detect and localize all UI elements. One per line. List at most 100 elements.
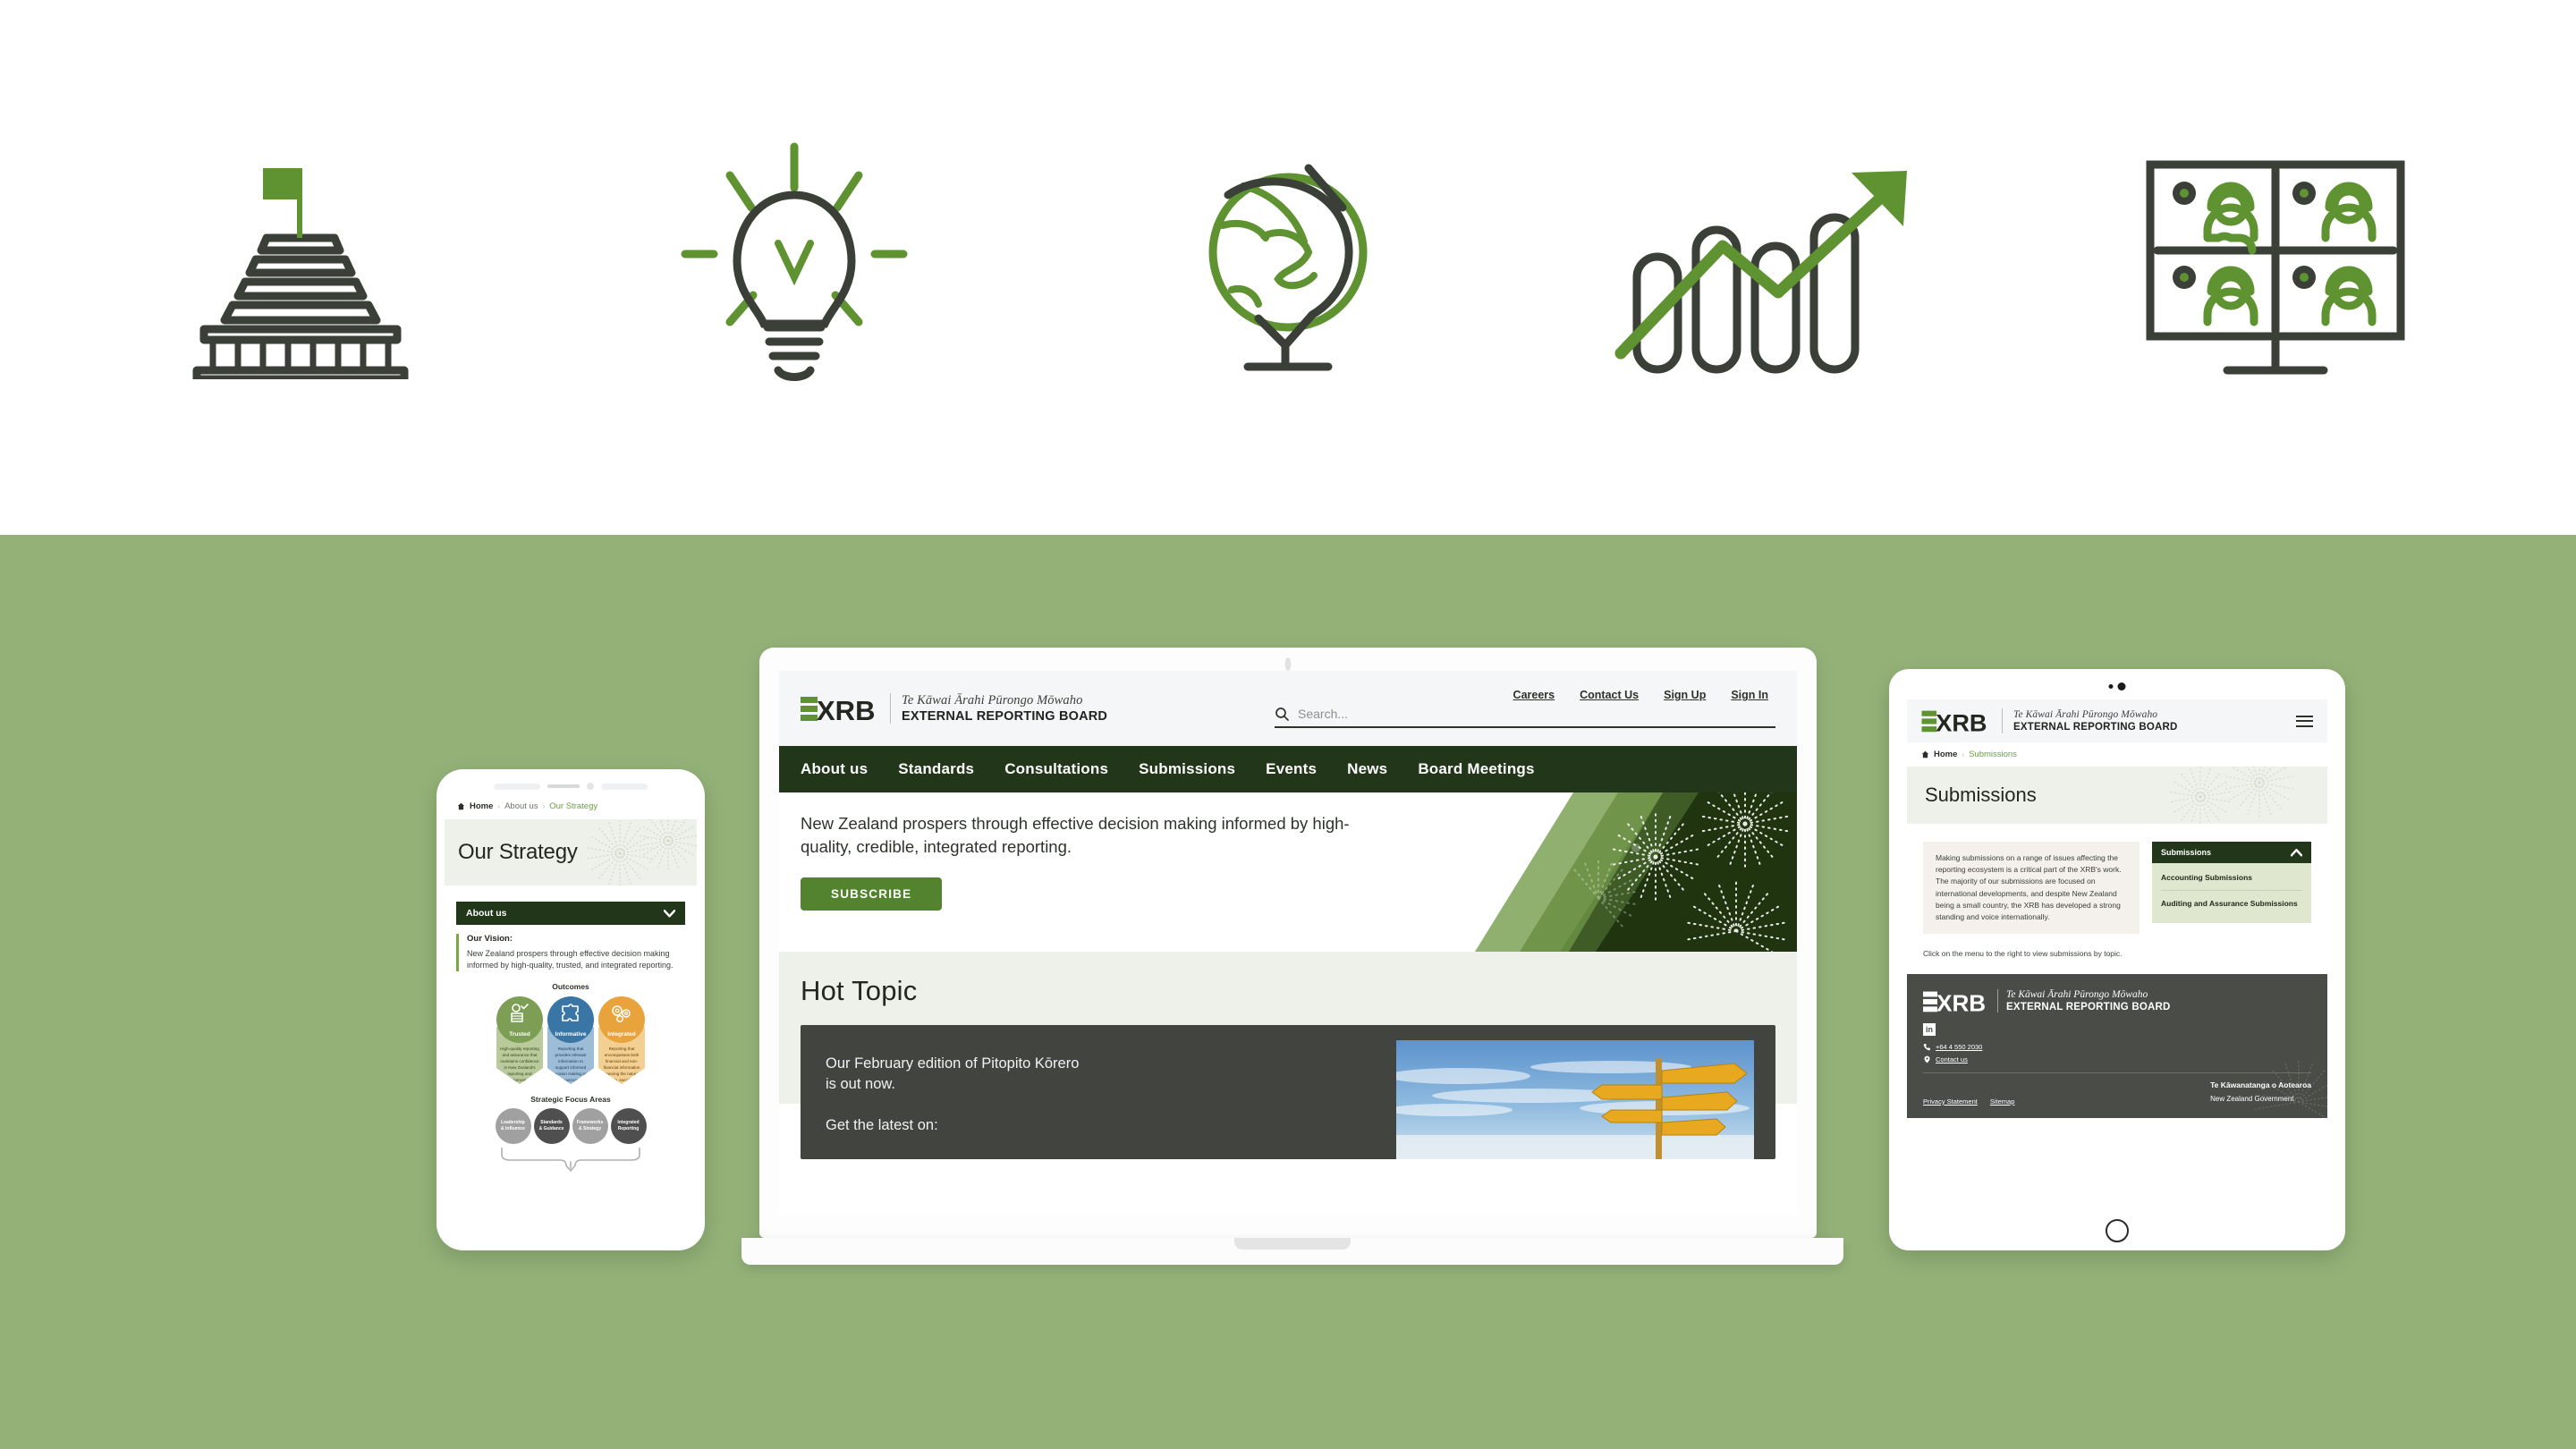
svg-text:XRB: XRB (1936, 989, 1986, 1013)
nav-events[interactable]: Events (1266, 760, 1317, 778)
logo-tagline-maori: Te Kāwai Ārahi Pūrongo Mōwaho (902, 692, 1083, 708)
outcome-informative-text: Reporting that provides relevant informa… (552, 1046, 589, 1089)
hot-topic-text: Our February edition of Pitopito Kōrero … (801, 1025, 1396, 1159)
chevron-up-icon (2291, 848, 2302, 856)
footer-legal-links: Privacy Statement Sitemap (1923, 1097, 2014, 1106)
outcome-informative: Informative Reporting that provides rele… (547, 996, 594, 1085)
side-menu-body: Accounting Submissions Auditing and Assu… (2152, 863, 2311, 923)
chevron-down-icon (664, 909, 675, 917)
focus-integrated-l1: Integrated (617, 1120, 640, 1126)
hero-copy: New Zealand prospers through effective d… (801, 812, 1373, 911)
nav-consultations[interactable]: Consultations (1004, 760, 1108, 778)
link-sign-in[interactable]: Sign In (1731, 689, 1768, 701)
outcome-integrated-circle: Integrated (598, 996, 645, 1044)
outcome-trusted-title: Trusted (509, 1031, 530, 1038)
link-sign-up[interactable]: Sign Up (1664, 689, 1706, 701)
side-menu-header[interactable]: Submissions (2152, 842, 2311, 863)
focus-leadership: Leadership & Influence (495, 1108, 531, 1145)
linkedin-icon[interactable]: in (1923, 1022, 1936, 1036)
footer-tagline-english: EXTERNAL REPORTING BOARD (2006, 1002, 2171, 1013)
lightbulb-icon (615, 80, 973, 455)
vision-block: Our Vision: New Zealand prospers through… (456, 934, 685, 972)
outcomes-label: Outcomes (552, 982, 589, 992)
tablet-screen: XRB Te Kāwai Ārahi Pūrongo Mōwaho EXTERN… (1907, 699, 2327, 1213)
main-navigation: About us Standards Consultations Submiss… (779, 746, 1797, 792)
nav-news[interactable]: News (1347, 760, 1387, 778)
hero-dot-pattern (587, 819, 697, 886)
tablet-main-content: Making submissions on a range of issues … (1907, 824, 2327, 935)
map-pin-icon (1924, 1055, 1930, 1063)
search-input[interactable]: Search... (1275, 707, 1775, 728)
focus-frameworks: Frameworks & Strategy (572, 1108, 608, 1145)
outcome-trusted-circle: Trusted (496, 996, 543, 1044)
footer-logo[interactable]: XRB Te Kāwai Ārahi Pūrongo Mōwaho EXTERN… (1923, 988, 2311, 1014)
illustration-band (0, 0, 2576, 535)
tablet-page-title: Submissions (1925, 784, 2037, 806)
hero-banner: New Zealand prospers through effective d… (779, 792, 1797, 952)
tablet-footer: XRB Te Kāwai Ārahi Pūrongo Mōwaho EXTERN… (1907, 973, 2327, 1118)
accordion-about-us[interactable]: About us (456, 902, 685, 925)
tablet-hero-dot-pattern (2167, 767, 2294, 824)
phone-icon (1923, 1043, 1930, 1050)
focus-areas-diagram: Leadership & Influence Standards & Guidanc… (445, 1108, 697, 1145)
svg-text:XRB: XRB (1936, 708, 1987, 733)
menu-item-accounting-submissions[interactable]: Accounting Submissions (2152, 865, 2311, 890)
growth-chart-icon (1603, 80, 1961, 455)
link-careers[interactable]: Careers (1513, 689, 1555, 701)
laptop-base (741, 1238, 1843, 1265)
chevron-right-icon: › (497, 802, 501, 810)
xrb-logo-mark-footer: XRB (1923, 989, 1986, 1013)
submissions-note: Click on the menu to the right to view s… (1923, 949, 2123, 959)
submissions-intro-text: Making submissions on a range of issues … (1936, 853, 2122, 921)
tablet-site-header: XRB Te Kāwai Ārahi Pūrongo Mōwaho EXTERN… (1907, 699, 2327, 742)
focus-frameworks-l1: Frameworks (576, 1120, 604, 1126)
outcome-informative-circle: Informative (547, 996, 594, 1044)
nav-submissions[interactable]: Submissions (1139, 760, 1235, 778)
breadcrumb-home[interactable]: Home (470, 801, 493, 811)
footer-contact-link[interactable]: Contact us (1936, 1055, 1968, 1063)
tablet-breadcrumb-home[interactable]: Home (1934, 750, 1957, 759)
laptop-camera-icon (1284, 657, 1292, 671)
footer-privacy-statement[interactable]: Privacy Statement (1923, 1097, 1978, 1106)
tablet-home-button[interactable] (2106, 1219, 2129, 1242)
xrb-logo[interactable]: XRB Te Kāwai Ārahi Pūrongo Mōwaho EXTERN… (801, 692, 1107, 724)
nav-about-us[interactable]: About us (801, 760, 868, 778)
hero-statement: New Zealand prospers through effective d… (801, 814, 1350, 857)
tablet-camera-icon (2108, 682, 2126, 691)
hot-topic-line-3: Get the latest on: (826, 1116, 938, 1133)
focus-brace-arrow-icon (501, 1148, 640, 1172)
breadcrumb: Home › About us › Our Strategy (445, 795, 697, 819)
home-icon (457, 802, 465, 810)
xrb-logo-tablet[interactable]: XRB Te Kāwai Ārahi Pūrongo Mōwaho EXTERN… (1921, 708, 2178, 734)
focus-standards: Standards & Guidance (533, 1108, 570, 1145)
page-title: Our Strategy (458, 840, 578, 864)
logo-divider-tablet (2002, 708, 2003, 733)
svg-text:XRB: XRB (817, 695, 875, 723)
subscribe-button[interactable]: SUBSCRIBE (801, 877, 943, 911)
chevron-right-icon: › (1962, 750, 1965, 758)
breadcrumb-about-us[interactable]: About us (504, 801, 538, 811)
hot-topic-card[interactable]: Our February edition of Pitopito Kōrero … (801, 1025, 1775, 1159)
outcome-integrated-title: Integrated (607, 1031, 636, 1038)
focus-areas-label: Strategic Focus Areas (530, 1095, 611, 1105)
video-conference-icon (2097, 80, 2454, 455)
tablet-page-hero: Submissions (1907, 767, 2327, 824)
footer-sitemap[interactable]: Sitemap (1990, 1097, 2015, 1106)
link-contact-us[interactable]: Contact Us (1580, 689, 1639, 701)
vision-accent-bar (456, 934, 459, 972)
logo-divider (890, 693, 891, 724)
menu-item-auditing-assurance-submissions[interactable]: Auditing and Assurance Submissions (2152, 891, 2311, 916)
hero-artwork (1368, 792, 1797, 952)
nav-standards[interactable]: Standards (898, 760, 974, 778)
logo-tagline-english: EXTERNAL REPORTING BOARD (902, 709, 1108, 724)
nav-board-meetings[interactable]: Board Meetings (1418, 760, 1534, 778)
chevron-right-icon-2: › (542, 802, 546, 810)
outcome-trusted: Trusted High-quality reporting and assur… (496, 996, 543, 1085)
footer-phone-link[interactable]: +64 4 550 2030 (1936, 1043, 1982, 1051)
tablet-breadcrumb: Home › Submissions (1907, 742, 2327, 767)
phone-status-bar (445, 777, 697, 795)
hamburger-menu-icon[interactable] (2296, 715, 2313, 727)
hot-topic-line-2: is out now. (826, 1076, 895, 1093)
focus-integrated-l2: Reporting (617, 1126, 640, 1132)
tablet-breadcrumb-current: Submissions (1969, 750, 2017, 759)
